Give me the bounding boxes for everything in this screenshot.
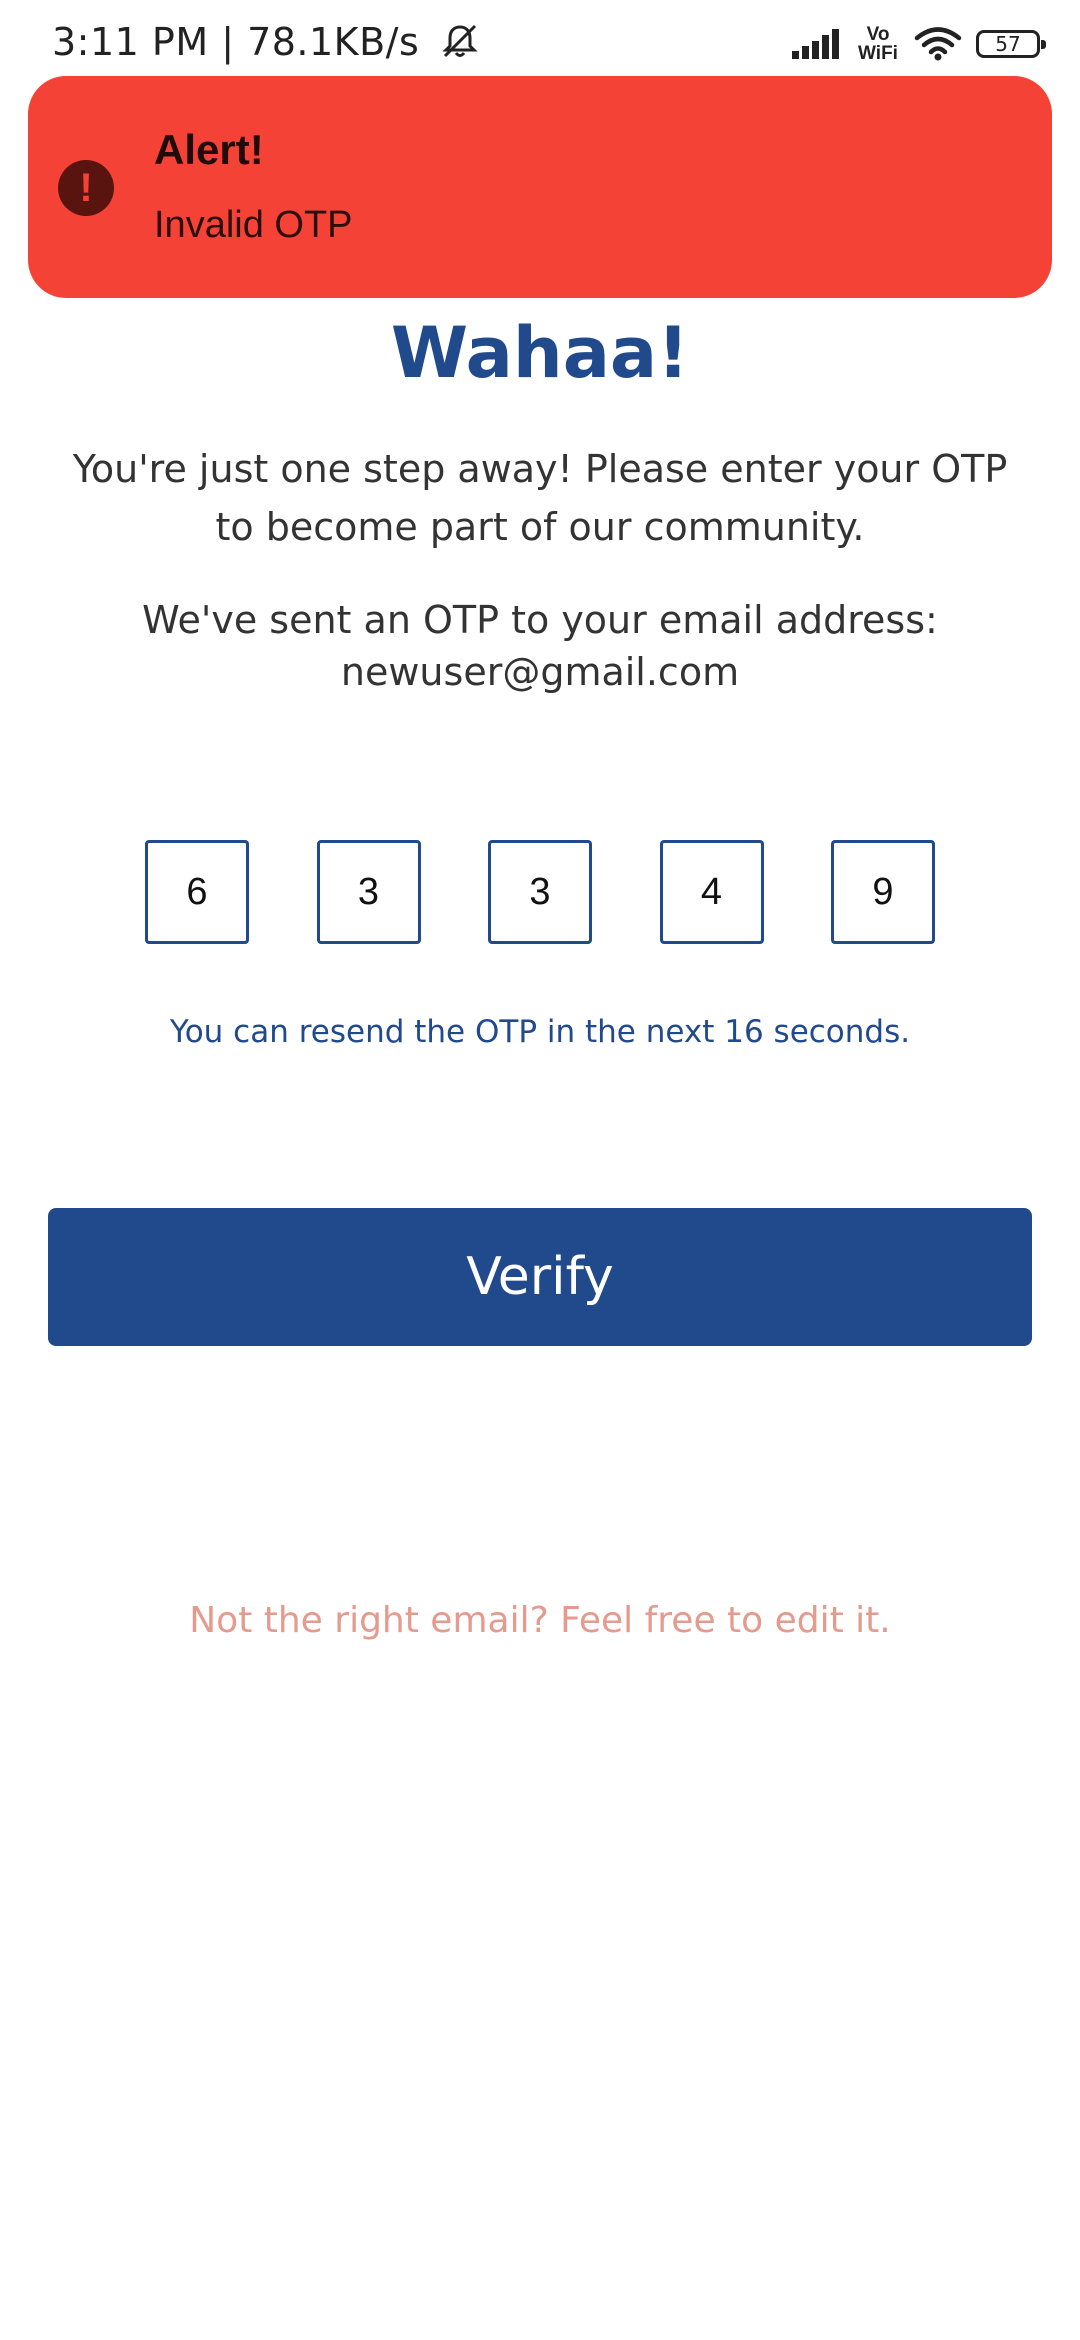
status-bar: 3:11 PM | 78.1KB/s Vo WiFi 57 bbox=[0, 0, 1080, 76]
page-title: Wahaa! bbox=[390, 312, 690, 394]
bell-muted-icon bbox=[440, 23, 480, 59]
otp-input-row: 6 3 3 4 9 bbox=[145, 840, 935, 946]
status-icons: Vo WiFi 57 bbox=[792, 20, 1046, 68]
alert-message: Invalid OTP bbox=[154, 204, 353, 246]
alert-title: Alert! bbox=[154, 126, 264, 173]
resend-timer-text: You can resend the OTP in the next 16 se… bbox=[169, 1014, 911, 1050]
vowifi-indicator: Vo WiFi bbox=[856, 25, 900, 63]
vowifi-bottom: WiFi bbox=[858, 43, 898, 64]
subtitle-line-1: You're just one step away! Please enter … bbox=[72, 447, 1008, 491]
subtitle: You're just one step away! Please enter … bbox=[40, 440, 1040, 556]
alert-banner[interactable]: ! Alert! Invalid OTP bbox=[28, 76, 1052, 298]
otp-sent-info: We've sent an OTP to your email address:… bbox=[40, 594, 1040, 698]
otp-digit-2[interactable]: 3 bbox=[316, 840, 421, 944]
otp-digit-1[interactable]: 6 bbox=[145, 840, 249, 944]
battery-icon: 57 bbox=[976, 30, 1046, 58]
alert-circle-icon: ! bbox=[58, 160, 114, 216]
otp-digit-3[interactable]: 3 bbox=[488, 840, 592, 944]
otp-sent-line: We've sent an OTP to your email address: bbox=[142, 598, 938, 642]
verify-button[interactable]: Verify bbox=[48, 1208, 1032, 1346]
status-time-speed: 3:11 PM | 78.1KB/s bbox=[52, 20, 480, 64]
edit-email-link[interactable]: Not the right email? Feel free to edit i… bbox=[0, 1600, 1080, 1641]
otp-digit-4[interactable]: 4 bbox=[659, 840, 764, 944]
email-address: newuser@gmail.com bbox=[340, 650, 740, 694]
vowifi-top: Vo bbox=[866, 24, 890, 45]
signal-icon bbox=[792, 29, 839, 59]
battery-level: 57 bbox=[995, 32, 1021, 56]
subtitle-line-2: to become part of our community. bbox=[215, 505, 865, 549]
otp-digit-5[interactable]: 9 bbox=[831, 840, 935, 944]
wifi-icon bbox=[914, 27, 962, 61]
status-time-speed-text: 3:11 PM | 78.1KB/s bbox=[52, 20, 420, 64]
